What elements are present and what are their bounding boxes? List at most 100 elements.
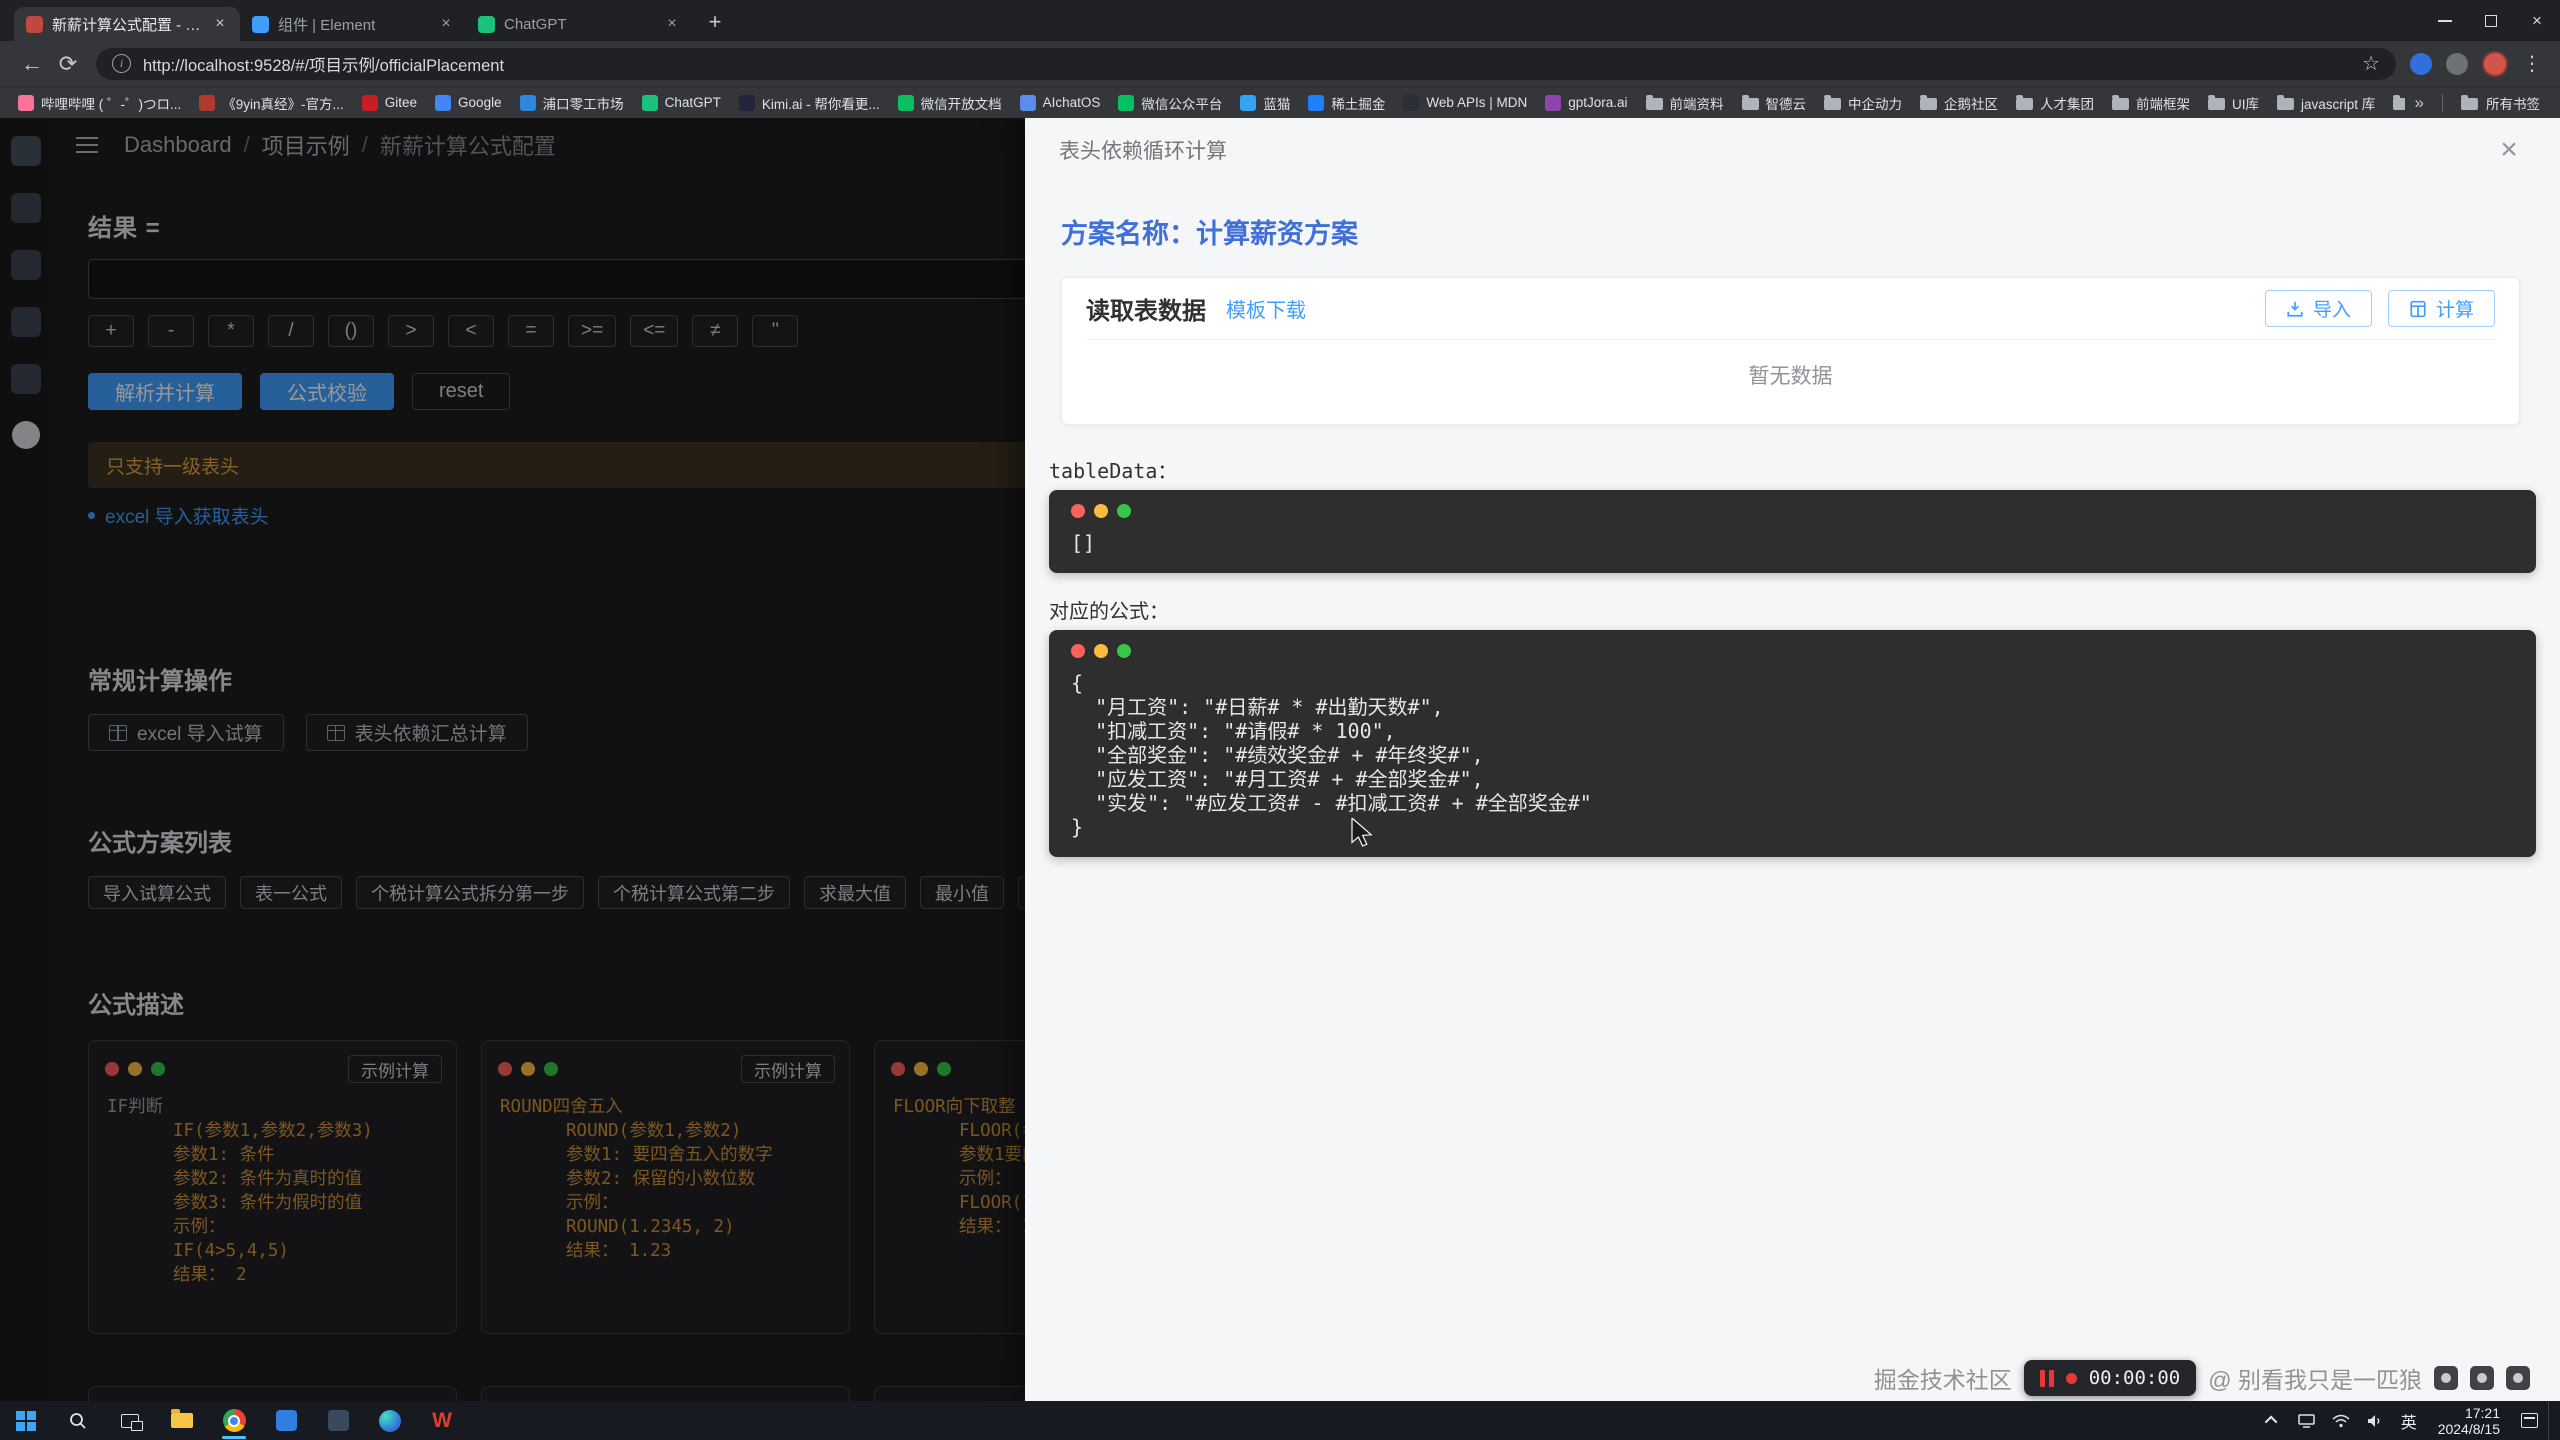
tray-expand-button[interactable] [2258, 1401, 2288, 1440]
bookmark-item[interactable]: 中企动力 [1816, 89, 1910, 117]
bookmark-label: 《9yin真经》-官方... [222, 93, 344, 113]
bookmark-item[interactable]: ChatGPT [634, 91, 729, 115]
bookmark-item[interactable]: 微信公众平台 [1110, 89, 1230, 117]
window-controls: × [2422, 0, 2560, 41]
bookmark-label: 哔哩哔哩 ( ゜-゜)つロ... [41, 93, 181, 113]
drawer-close-icon[interactable]: × [2492, 133, 2526, 167]
browser-tab[interactable]: 新薪计算公式配置 - 《9yin真... × [14, 7, 240, 41]
bookmark-item[interactable]: javascript 库 [2269, 89, 2383, 117]
extensions-puzzle-icon[interactable] [2446, 53, 2468, 75]
site-info-icon[interactable]: i [112, 54, 131, 73]
bookmark-favicon-icon [1308, 95, 1324, 111]
pause-icon[interactable] [2040, 1370, 2054, 1387]
edge-icon [379, 1410, 401, 1432]
new-tab-button[interactable]: + [700, 7, 730, 37]
chrome-taskbar-button[interactable] [208, 1401, 260, 1440]
recorder-settings-icon[interactable] [2506, 1366, 2530, 1390]
bookmark-favicon-icon [739, 95, 755, 111]
bookmark-item[interactable]: 智德云 [1734, 89, 1815, 117]
back-button[interactable]: ← [14, 46, 50, 82]
wps-taskbar-button[interactable]: W [416, 1401, 468, 1440]
ime-indicator[interactable]: 英 [2394, 1401, 2424, 1440]
bookmark-item[interactable]: java [2385, 91, 2404, 114]
file-explorer-button[interactable] [156, 1401, 208, 1440]
bookmark-favicon-icon [18, 95, 34, 111]
folder-icon [1742, 98, 1759, 110]
browser-menu-icon[interactable]: ⋮ [2522, 51, 2542, 76]
folder-icon [2112, 98, 2129, 110]
bookmark-item[interactable]: 人才集团 [2008, 89, 2102, 117]
bookmark-item[interactable]: Google [427, 91, 510, 115]
address-bar[interactable]: i http://localhost:9528/#/项目示例/officialP… [96, 48, 2396, 80]
tray-network-button[interactable] [2326, 1401, 2356, 1440]
bookmark-item[interactable]: UI库 [2200, 89, 2267, 117]
profile-avatar[interactable] [2482, 51, 2508, 77]
task-view-button[interactable] [104, 1401, 156, 1440]
bookmark-item[interactable]: 微信开放文档 [890, 89, 1010, 117]
bookmark-item[interactable]: 前端框架 [2104, 89, 2198, 117]
tab-favicon-icon [252, 16, 269, 33]
start-button[interactable] [0, 1401, 52, 1440]
template-download-link[interactable]: 模板下载 [1226, 294, 1306, 323]
chevron-up-icon [2265, 1416, 2278, 1429]
url-text[interactable]: http://localhost:9528/#/项目示例/officialPla… [143, 52, 2362, 76]
bookmark-item[interactable]: 哔哩哔哩 ( ゜-゜)つロ... [10, 89, 189, 117]
network-icon [2332, 1414, 2350, 1428]
bookmark-star-icon[interactable]: ☆ [2362, 51, 2380, 76]
extension-icon[interactable] [2410, 53, 2432, 75]
bookmark-label: 微信开放文档 [921, 93, 1002, 113]
browser-toolbar: ← ⟳ i http://localhost:9528/#/项目示例/offic… [0, 41, 2560, 86]
bookmark-item[interactable]: 《9yin真经》-官方... [191, 89, 352, 117]
tab-close-icon[interactable]: × [210, 14, 230, 34]
bookmark-item[interactable]: Gitee [354, 91, 425, 115]
bookmark-item[interactable]: Kimi.ai - 帮你看更... [731, 89, 888, 117]
app-button-1[interactable] [260, 1401, 312, 1440]
bookmark-item[interactable]: gptJora.ai [1537, 91, 1635, 115]
bookmark-favicon-icon [520, 95, 536, 111]
window-close-button[interactable]: × [2514, 0, 2560, 41]
folder-icon [2461, 98, 2478, 110]
bookmark-item[interactable]: 浦口零工市场 [512, 89, 632, 117]
all-bookmarks-label: 所有书签 [2486, 93, 2540, 113]
mouse-cursor [1350, 818, 1376, 848]
window-minimize-button[interactable] [2422, 0, 2468, 41]
calculate-button[interactable]: 计算 [2388, 290, 2495, 327]
recorder-mic-icon[interactable] [2434, 1366, 2458, 1390]
windows-logo-icon [16, 1411, 36, 1431]
bookmark-favicon-icon [1020, 95, 1036, 111]
minimize-icon [2438, 20, 2452, 22]
bookmark-item[interactable]: 企鹅社区 [1912, 89, 2006, 117]
tray-volume-button[interactable] [2360, 1401, 2390, 1440]
taskbar-clock[interactable]: 17:21 2024/8/15 [2428, 1405, 2510, 1437]
browser-tab[interactable]: 组件 | Element× [240, 7, 466, 41]
ime-label: 英 [2401, 1409, 2417, 1433]
refresh-button[interactable]: ⟳ [50, 46, 86, 82]
all-bookmarks-button[interactable]: 所有书签 [2451, 89, 2550, 117]
tab-title: 新薪计算公式配置 - 《9yin真... [52, 14, 201, 35]
bookmark-item[interactable]: 蓝猫 [1232, 89, 1298, 117]
bookmark-item[interactable]: 稀土掘金 [1300, 89, 1393, 117]
watermark-text: @ 别看我只是一匹狼 [2208, 1361, 2422, 1395]
empty-table-placeholder: 暂无数据 [1086, 339, 2495, 410]
taskbar: W 英 17:21 2024/8/15 [0, 1401, 2560, 1440]
browser-tab-strip: 新薪计算公式配置 - 《9yin真...×组件 | Element×ChatGP… [0, 0, 2560, 41]
bookmarks-overflow-chevron[interactable]: » [2405, 93, 2434, 113]
recorder-camera-icon[interactable] [2470, 1366, 2494, 1390]
bookmark-label: gptJora.ai [1568, 95, 1627, 110]
tab-close-icon[interactable]: × [662, 14, 682, 34]
app-button-2[interactable] [312, 1401, 364, 1440]
tray-display-button[interactable] [2292, 1401, 2322, 1440]
notification-center-button[interactable] [2514, 1401, 2544, 1440]
show-desktop-button[interactable] [2548, 1401, 2554, 1440]
taskbar-search-button[interactable] [52, 1401, 104, 1440]
system-tray: 英 17:21 2024/8/15 [2258, 1401, 2560, 1440]
bookmark-item[interactable]: Web APIs | MDN [1395, 91, 1535, 115]
tab-close-icon[interactable]: × [436, 14, 456, 34]
bookmark-favicon-icon [435, 95, 451, 111]
window-maximize-button[interactable] [2468, 0, 2514, 41]
bookmark-item[interactable]: 前端资料 [1638, 89, 1732, 117]
browser-tab[interactable]: ChatGPT× [466, 7, 692, 41]
bookmark-item[interactable]: AIchatOS [1012, 91, 1109, 115]
edge-taskbar-button[interactable] [364, 1401, 416, 1440]
import-button[interactable]: 导入 [2265, 290, 2372, 327]
